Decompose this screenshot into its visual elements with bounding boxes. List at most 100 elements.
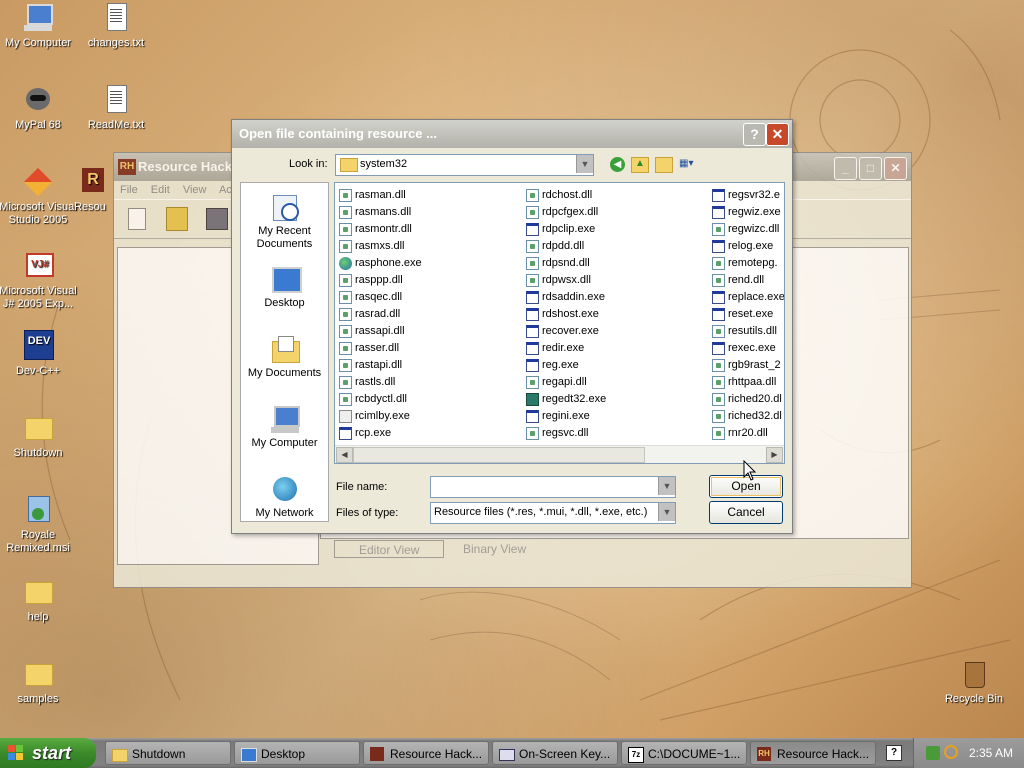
place-my-network[interactable]: My Network [241, 473, 328, 520]
file-item[interactable]: regsvr32.e [711, 187, 784, 204]
file-item[interactable]: riched20.dl [711, 391, 784, 408]
task-desktop[interactable]: Desktop [234, 741, 360, 765]
file-item[interactable]: regapi.dll [525, 374, 606, 391]
up-folder-icon[interactable]: ▲ [631, 157, 649, 173]
file-item[interactable]: rdpclip.exe [525, 221, 606, 238]
chevron-down-icon[interactable]: ▼ [576, 155, 593, 173]
look-in-combo[interactable]: system32 ▼ [335, 154, 594, 176]
file-item[interactable]: rcbdyctl.dll [338, 391, 422, 408]
file-item[interactable]: rasman.dll [338, 187, 422, 204]
file-item[interactable]: regini.exe [525, 408, 606, 425]
file-item[interactable]: rnr20.dll [711, 425, 784, 442]
save-icon[interactable] [206, 208, 228, 230]
file-item[interactable]: recover.exe [525, 323, 606, 340]
open-icon[interactable] [166, 207, 188, 231]
file-item[interactable]: rdpsnd.dll [525, 255, 606, 272]
file-item[interactable]: rhttpaa.dll [711, 374, 784, 391]
place-recent-documents[interactable]: My Recent Documents [241, 191, 328, 251]
desktop-icon-shutdown[interactable]: Shutdown [0, 412, 78, 460]
file-item[interactable]: replace.exe [711, 289, 784, 306]
file-item[interactable]: rasmontr.dll [338, 221, 422, 238]
file-item[interactable]: resutils.dll [711, 323, 784, 340]
file-item[interactable]: rend.dll [711, 272, 784, 289]
file-item[interactable]: rgb9rast_2 [711, 357, 784, 374]
file-item[interactable]: rdsaddin.exe [525, 289, 606, 306]
desktop-icon-help[interactable]: help [0, 576, 78, 624]
place-desktop[interactable]: Desktop [241, 263, 328, 310]
new-file-icon[interactable] [128, 208, 146, 230]
place-my-computer[interactable]: My Computer [241, 403, 328, 450]
new-folder-icon[interactable] [655, 157, 673, 173]
close-button[interactable]: ✕ [884, 157, 907, 180]
file-item[interactable]: reg.exe [525, 357, 606, 374]
maximize-button[interactable]: □ [859, 157, 882, 180]
file-item[interactable]: rexec.exe [711, 340, 784, 357]
task-7zip[interactable]: 7z C:\DOCUME~1... [621, 741, 747, 765]
cancel-button[interactable]: Cancel [709, 501, 783, 524]
minimize-button[interactable]: _ [834, 157, 857, 180]
file-item[interactable]: rassapi.dll [338, 323, 422, 340]
start-button[interactable]: start [0, 738, 96, 768]
file-item[interactable]: rdpwsx.dll [525, 272, 606, 289]
chevron-down-icon[interactable]: ▼ [658, 503, 675, 521]
file-item[interactable]: regedt32.exe [525, 391, 606, 408]
file-item[interactable]: regwiz.exe [711, 204, 784, 221]
file-item[interactable]: relog.exe [711, 238, 784, 255]
close-button[interactable]: ✕ [766, 123, 789, 146]
desktop-icon-readme-txt[interactable]: ReadMe.txt [76, 84, 156, 132]
file-name-combo[interactable]: ▼ [430, 476, 676, 498]
menu-file[interactable]: File [120, 184, 138, 196]
chevron-down-icon[interactable]: ▼ [658, 477, 675, 495]
file-item[interactable]: rasser.dll [338, 340, 422, 357]
menu-view[interactable]: View [183, 184, 207, 196]
task-resource-hacker-1[interactable]: Resource Hack... [363, 741, 489, 765]
file-item[interactable]: rasphone.exe [338, 255, 422, 272]
files-of-type-combo[interactable]: Resource files (*.res, *.mui, *.dll, *.e… [430, 502, 676, 524]
search-icon[interactable] [944, 745, 958, 759]
file-item[interactable]: rdpcfgex.dll [525, 204, 606, 221]
back-icon[interactable]: ◀ [610, 157, 625, 172]
file-item[interactable]: rasppp.dll [338, 272, 422, 289]
desktop-icon-visual-jsharp[interactable]: VJ# Microsoft Visual J# 2005 Exp... [0, 250, 78, 311]
desktop-icon-recycle-bin[interactable]: Recycle Bin [934, 658, 1014, 706]
file-item[interactable]: regsvc.dll [525, 425, 606, 442]
menu-edit[interactable]: Edit [151, 184, 170, 196]
scroll-left-icon[interactable]: ◀ [336, 447, 353, 463]
network-tray-icon[interactable] [926, 746, 940, 760]
file-item[interactable]: rcimlby.exe [338, 408, 422, 425]
file-item[interactable]: rastls.dll [338, 374, 422, 391]
file-item[interactable]: reset.exe [711, 306, 784, 323]
tab-binary-view[interactable]: Binary View [463, 540, 526, 558]
file-item[interactable]: regwizc.dll [711, 221, 784, 238]
desktop-icon-mypal[interactable]: MyPal 68 [0, 84, 78, 132]
help-button[interactable]: ? [743, 123, 766, 146]
desktop-icon-dev-cpp[interactable]: DEV Dev-C++ [0, 330, 78, 378]
task-on-screen-keyboard[interactable]: On-Screen Key... [492, 741, 618, 765]
desktop-icon-visual-studio[interactable]: Microsoft Visual Studio 2005 [0, 166, 78, 227]
file-item[interactable]: remotepg. [711, 255, 784, 272]
file-item[interactable]: rdpdd.dll [525, 238, 606, 255]
desktop-icon-samples[interactable]: samples [0, 658, 78, 706]
file-item[interactable]: rastapi.dll [338, 357, 422, 374]
view-menu-icon[interactable]: ▦▾ [679, 157, 701, 171]
file-item[interactable]: riched32.dl [711, 408, 784, 425]
file-item[interactable]: rdchost.dll [525, 187, 606, 204]
file-item[interactable]: rcp.exe [338, 425, 422, 442]
desktop-icon-changes-txt[interactable]: changes.txt [76, 2, 156, 50]
scrollbar-thumb[interactable] [353, 447, 645, 463]
file-item[interactable]: rasmxs.dll [338, 238, 422, 255]
scroll-right-icon[interactable]: ▶ [766, 447, 783, 463]
file-item[interactable]: rdshost.exe [525, 306, 606, 323]
desktop-icon-my-computer[interactable]: My Computer [0, 2, 78, 50]
desktop-icon-royale-msi[interactable]: Royale Remixed.msi [0, 494, 78, 555]
horizontal-scrollbar[interactable]: ◀ ▶ [335, 445, 784, 463]
place-my-documents[interactable]: My Documents [241, 333, 328, 380]
file-list[interactable]: rasman.dll rasmans.dll rasmontr.dll rasmxs.… [334, 182, 785, 464]
file-item[interactable]: rasmans.dll [338, 204, 422, 221]
task-shutdown[interactable]: Shutdown [105, 741, 231, 765]
file-item[interactable]: rasqec.dll [338, 289, 422, 306]
task-resource-hacker-2[interactable]: RH Resource Hack... [750, 741, 876, 765]
help-icon[interactable]: ? [886, 745, 902, 761]
desktop-icon-resource-hacker[interactable]: R Resou [70, 166, 110, 214]
tab-editor-view[interactable]: Editor View [334, 540, 444, 558]
